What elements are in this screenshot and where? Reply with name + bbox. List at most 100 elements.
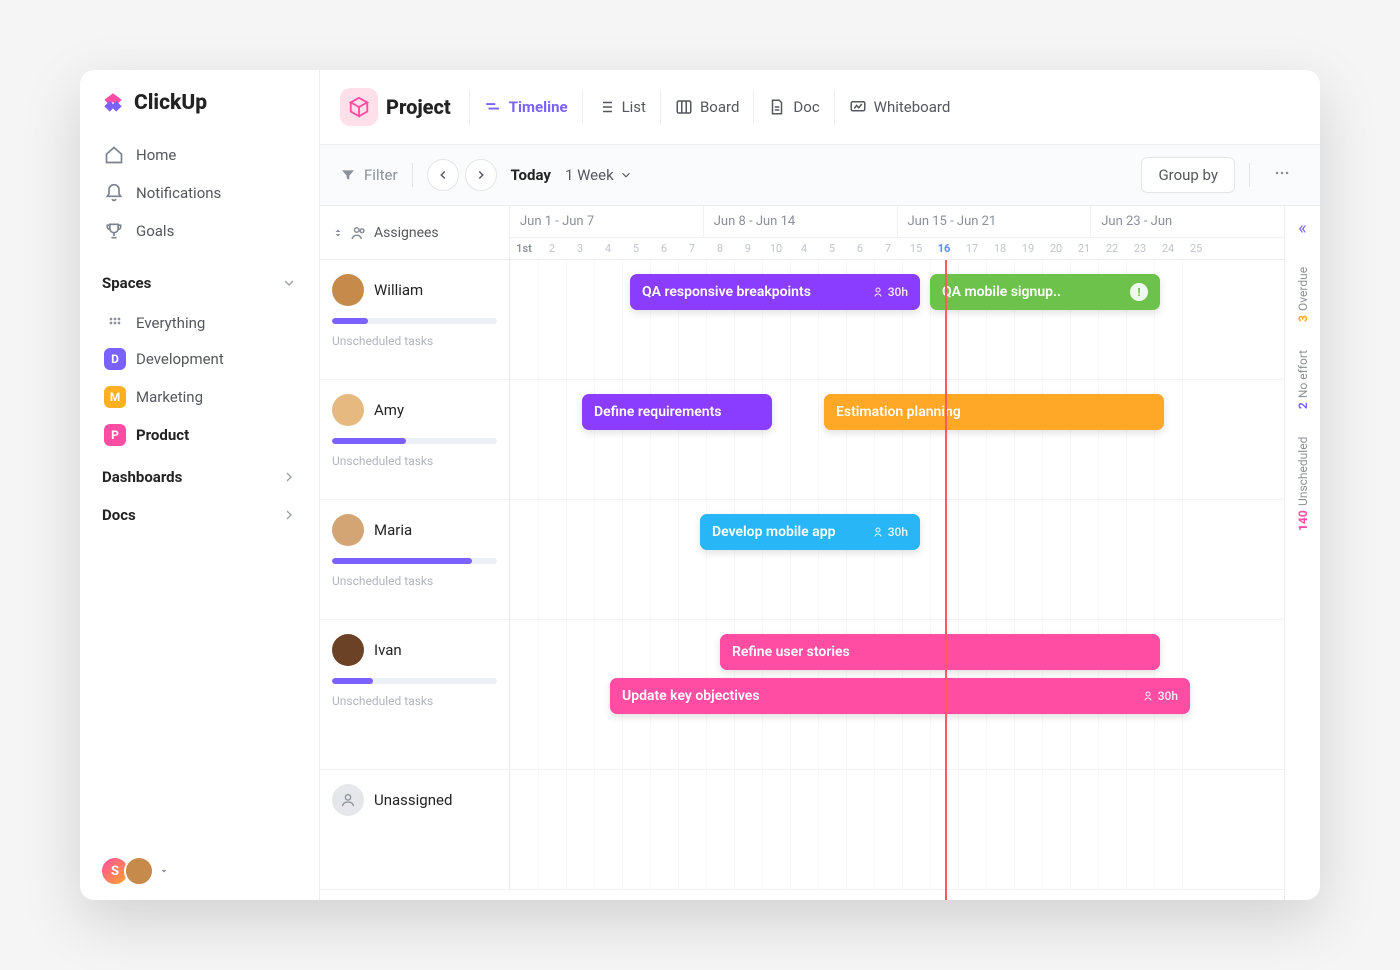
tab-doc[interactable]: Doc bbox=[753, 90, 833, 124]
space-marketing[interactable]: M Marketing bbox=[94, 378, 305, 416]
day-label: 16 bbox=[930, 238, 958, 259]
rail-stat[interactable]: 3 Overdue bbox=[1296, 267, 1310, 322]
chevron-right-icon bbox=[281, 469, 297, 485]
lane-track[interactable] bbox=[510, 770, 1284, 889]
space-development[interactable]: D Development bbox=[94, 340, 305, 378]
dots-icon bbox=[1272, 163, 1292, 183]
group-label: Assignees bbox=[374, 225, 439, 241]
task-bar[interactable]: Estimation planning bbox=[824, 394, 1164, 430]
lane-track[interactable]: Define requirements Estimation planning bbox=[510, 380, 1284, 499]
task-bar[interactable]: Develop mobile app30h bbox=[700, 514, 920, 550]
task-bar[interactable]: Refine user stories bbox=[720, 634, 1160, 670]
project-title: Project bbox=[386, 95, 451, 119]
assignee-name: Ivan bbox=[374, 641, 402, 659]
unscheduled-link[interactable]: Unscheduled tasks bbox=[332, 334, 497, 348]
range-label: 1 Week bbox=[565, 166, 614, 184]
avatar bbox=[332, 514, 364, 546]
docs-label: Docs bbox=[102, 506, 136, 524]
space-badge: P bbox=[104, 424, 126, 446]
task-label: Define requirements bbox=[594, 404, 722, 420]
assignee[interactable]: Amy bbox=[332, 394, 497, 426]
chevron-right-icon bbox=[474, 168, 488, 182]
next-button[interactable] bbox=[465, 159, 497, 191]
lane: Maria Unscheduled tasks Develop mobile app… bbox=[320, 500, 1284, 620]
rail-stat[interactable]: 140 Unscheduled bbox=[1296, 437, 1310, 531]
day-label: 23 bbox=[1126, 238, 1154, 259]
avatar bbox=[332, 274, 364, 306]
brand[interactable]: ClickUp bbox=[80, 70, 319, 136]
spaces-header[interactable]: Spaces bbox=[80, 264, 319, 302]
group-header[interactable]: Assignees bbox=[320, 206, 510, 259]
dashboards-label: Dashboards bbox=[102, 468, 182, 486]
task-bar[interactable]: QA mobile signup..! bbox=[930, 274, 1160, 310]
nav-home[interactable]: Home bbox=[98, 136, 301, 174]
user-avatar-stack[interactable]: S bbox=[80, 842, 319, 900]
sort-icon bbox=[332, 227, 344, 239]
day-label: 15 bbox=[902, 238, 930, 259]
lane-track[interactable]: Develop mobile app30h bbox=[510, 500, 1284, 619]
task-bar[interactable]: Update key objectives30h bbox=[610, 678, 1190, 714]
task-bar[interactable]: Define requirements bbox=[582, 394, 772, 430]
day-label: 8 bbox=[706, 238, 734, 259]
task-bar[interactable]: QA responsive breakpoints30h bbox=[630, 274, 920, 310]
rail-stat[interactable]: 2 No effort bbox=[1296, 350, 1310, 409]
assignee-name: William bbox=[374, 281, 423, 299]
avatar bbox=[332, 634, 364, 666]
groupby-button[interactable]: Group by bbox=[1141, 157, 1235, 193]
space-product[interactable]: P Product bbox=[94, 416, 305, 454]
space-badge: M bbox=[104, 386, 126, 408]
workload-bar bbox=[332, 318, 497, 324]
space-everything[interactable]: Everything bbox=[94, 306, 305, 340]
assignee[interactable]: Maria bbox=[332, 514, 497, 546]
tab-timeline[interactable]: Timeline bbox=[469, 90, 582, 124]
home-icon bbox=[104, 145, 124, 165]
lane: William Unscheduled tasks QA responsive br… bbox=[320, 260, 1284, 380]
nav-notifications[interactable]: Notifications bbox=[98, 174, 301, 212]
week-label: Jun 15 - Jun 21 bbox=[897, 206, 1091, 237]
unscheduled-link[interactable]: Unscheduled tasks bbox=[332, 694, 497, 708]
unscheduled-link[interactable]: Unscheduled tasks bbox=[332, 574, 497, 588]
assignee[interactable]: Unassigned bbox=[332, 784, 497, 816]
spaces-header-label: Spaces bbox=[102, 274, 151, 292]
dashboards-link[interactable]: Dashboards bbox=[80, 458, 319, 496]
filter-button[interactable]: Filter bbox=[340, 166, 398, 184]
cube-icon bbox=[348, 96, 370, 118]
tab-whiteboard[interactable]: Whiteboard bbox=[834, 90, 965, 124]
week-label: Jun 1 - Jun 7 bbox=[510, 206, 703, 237]
avatar bbox=[332, 784, 364, 816]
day-label: 24 bbox=[1154, 238, 1182, 259]
day-label: 3 bbox=[566, 238, 594, 259]
lane-track[interactable]: Refine user stories Update key objectives… bbox=[510, 620, 1284, 769]
space-label: Product bbox=[136, 426, 189, 444]
task-label: Develop mobile app bbox=[712, 524, 835, 540]
lane: Unassigned bbox=[320, 770, 1284, 890]
date-header: Jun 1 - Jun 7Jun 8 - Jun 14Jun 15 - Jun … bbox=[510, 206, 1284, 259]
day-label: 5 bbox=[622, 238, 650, 259]
app-window: ClickUp Home Notifications Goals Spaces bbox=[80, 70, 1320, 900]
range-selector[interactable]: 1 Week bbox=[565, 166, 633, 184]
docs-link[interactable]: Docs bbox=[80, 496, 319, 534]
unscheduled-link[interactable]: Unscheduled tasks bbox=[332, 454, 497, 468]
separator bbox=[1249, 163, 1250, 187]
assignee[interactable]: William bbox=[332, 274, 497, 306]
today-button[interactable]: Today bbox=[511, 166, 551, 184]
day-label: 6 bbox=[846, 238, 874, 259]
more-menu[interactable] bbox=[1264, 163, 1300, 187]
workload-bar bbox=[332, 438, 497, 444]
brand-name: ClickUp bbox=[134, 91, 207, 115]
project-icon[interactable] bbox=[340, 88, 378, 126]
rail-stat-label: Unscheduled bbox=[1296, 437, 1310, 506]
assignee[interactable]: Ivan bbox=[332, 634, 497, 666]
day-label: 4 bbox=[594, 238, 622, 259]
tab-label: Doc bbox=[793, 98, 819, 116]
prev-button[interactable] bbox=[427, 159, 459, 191]
tab-list[interactable]: List bbox=[582, 90, 660, 124]
collapse-rail-button[interactable]: « bbox=[1298, 218, 1306, 239]
list-icon bbox=[597, 98, 615, 116]
avatar bbox=[124, 856, 154, 886]
tab-board[interactable]: Board bbox=[660, 90, 753, 124]
nav-goals[interactable]: Goals bbox=[98, 212, 301, 250]
lane-track[interactable]: QA responsive breakpoints30h QA mobile si… bbox=[510, 260, 1284, 379]
topbar: Project Timeline List Board Doc bbox=[320, 70, 1320, 145]
day-label: 2 bbox=[538, 238, 566, 259]
